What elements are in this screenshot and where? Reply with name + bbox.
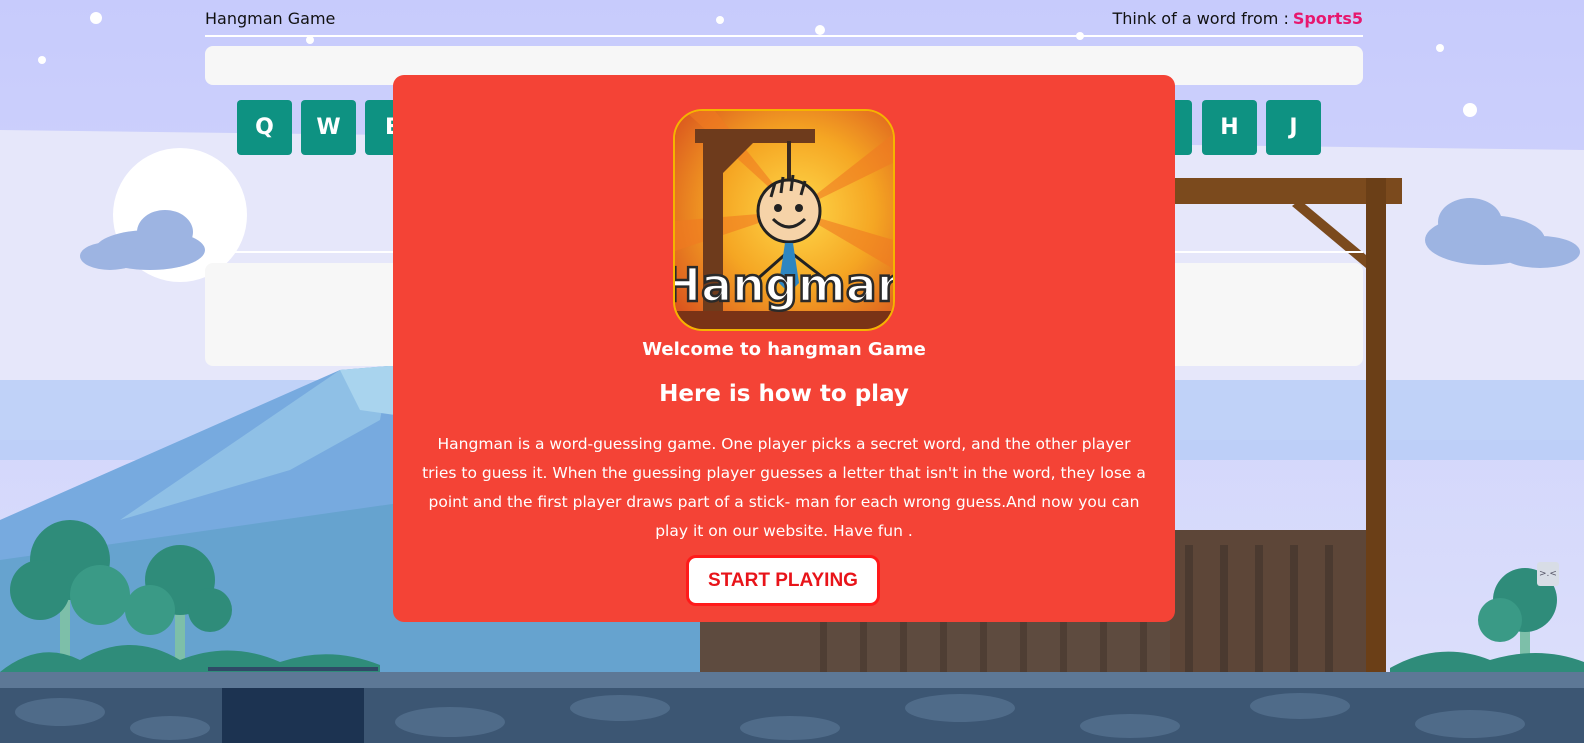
how-to-play-heading: Here is how to play bbox=[659, 381, 909, 407]
game-description: Hangman is a word-guessing game. One pla… bbox=[422, 435, 1146, 540]
game-header: Hangman Game Think of a word from : Sport… bbox=[205, 0, 1363, 37]
side-tab[interactable]: >.< bbox=[1537, 562, 1559, 586]
start-playing-button[interactable]: START PLAYING bbox=[686, 555, 880, 606]
logo-wordmark: Hangman bbox=[675, 258, 895, 312]
category-hint-label: Think of a word from : bbox=[1112, 9, 1289, 28]
category-hint: Think of a word from : Sports5 bbox=[1112, 9, 1363, 28]
game-title: Hangman Game bbox=[205, 9, 336, 28]
instructions-modal: Hangman Welcome to hangman Game Here is … bbox=[393, 75, 1175, 622]
key-w[interactable]: W bbox=[301, 100, 356, 155]
welcome-text: Welcome to hangman Game bbox=[642, 339, 926, 360]
hangman-logo: Hangman bbox=[673, 109, 895, 331]
key-h[interactable]: H bbox=[1202, 100, 1257, 155]
category-name: Sports5 bbox=[1292, 9, 1363, 28]
key-j[interactable]: J bbox=[1266, 100, 1321, 155]
key-q[interactable]: Q bbox=[237, 100, 292, 155]
